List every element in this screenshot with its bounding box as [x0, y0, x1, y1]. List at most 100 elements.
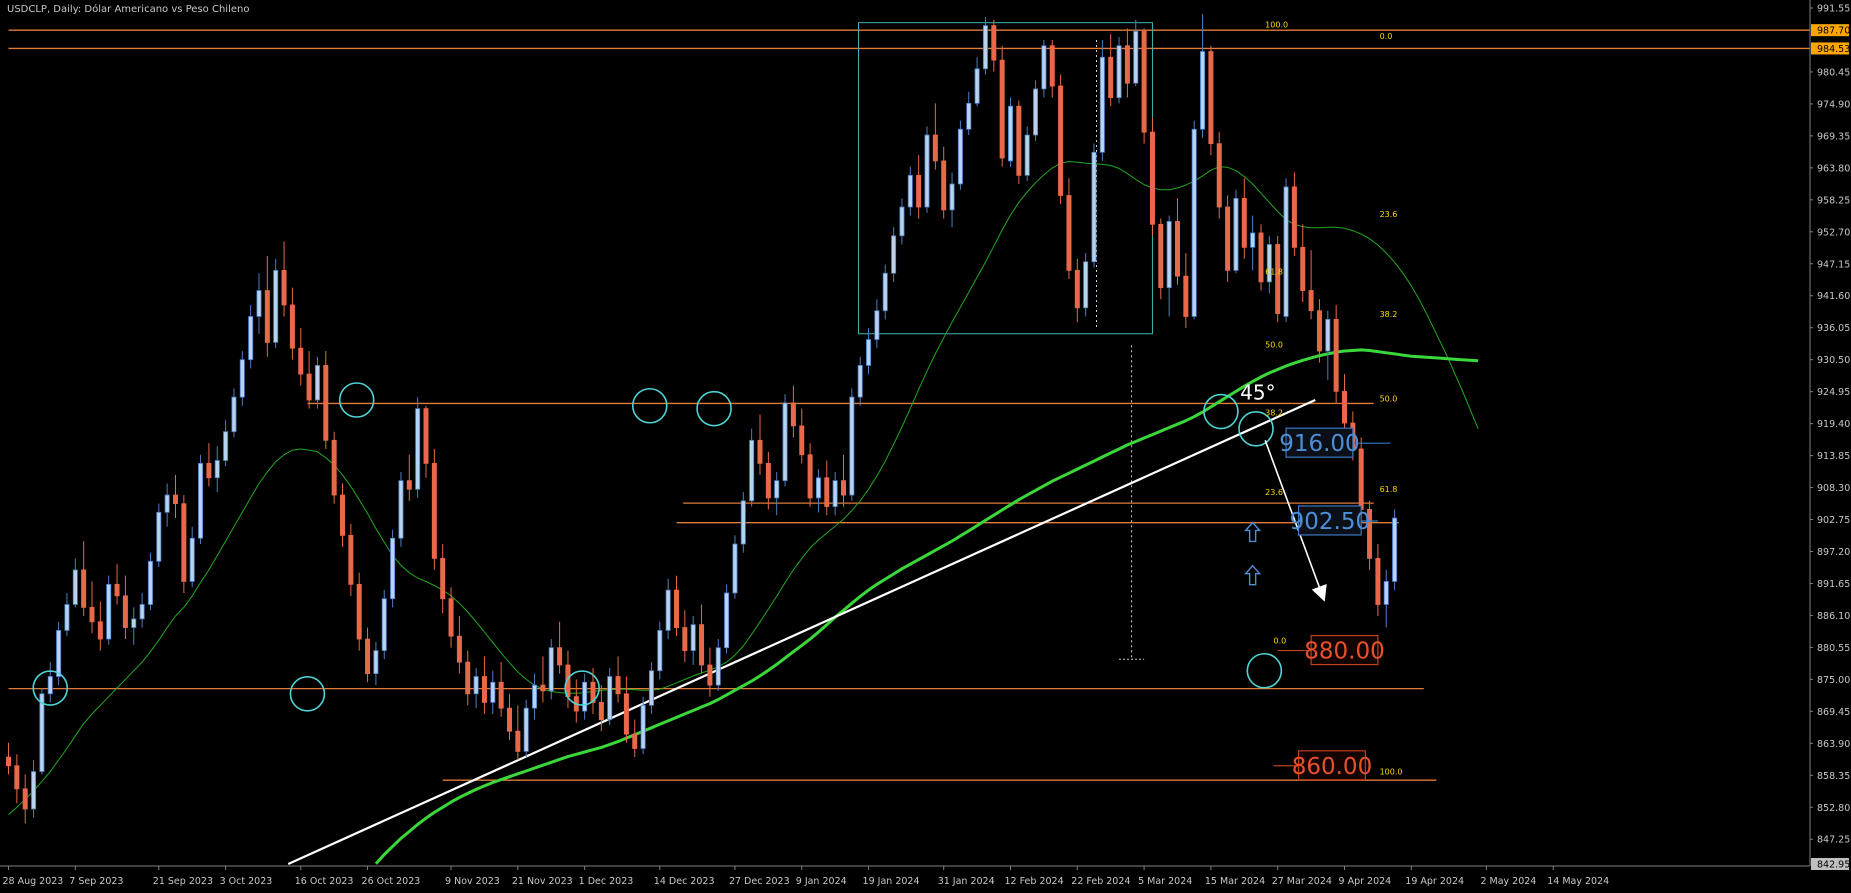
- x-tick-label: 3 Oct 2023: [220, 876, 273, 887]
- bearish-candle[interactable]: [1275, 235, 1281, 323]
- bullish-candle[interactable]: [640, 696, 646, 755]
- bullish-candle[interactable]: [147, 552, 153, 611]
- bearish-candle[interactable]: [1333, 304, 1339, 403]
- bullish-candle[interactable]: [1191, 120, 1197, 320]
- candle-body: [231, 396, 237, 433]
- y-tick-label: 858.35: [1817, 771, 1850, 782]
- candle-body: [932, 134, 938, 162]
- candle-body: [557, 647, 563, 666]
- candle-body: [657, 630, 663, 672]
- bullish-candle[interactable]: [1091, 143, 1097, 268]
- candle-body: [799, 425, 805, 456]
- bullish-candle[interactable]: [1116, 37, 1122, 104]
- bullish-candle[interactable]: [957, 120, 963, 190]
- bullish-candle[interactable]: [1233, 189, 1239, 274]
- bullish-candle[interactable]: [523, 699, 529, 758]
- chart-symbol-title: USDCLP, Daily: Dólar Americano vs Peso C…: [7, 3, 249, 15]
- bearish-candle[interactable]: [331, 431, 337, 504]
- candle-body: [490, 681, 496, 703]
- bullish-candle[interactable]: [982, 16, 988, 75]
- candle-body: [674, 589, 680, 628]
- bearish-candle[interactable]: [431, 448, 437, 570]
- bullish-candle[interactable]: [415, 397, 421, 498]
- bullish-candle[interactable]: [1041, 39, 1047, 98]
- candle-body: [882, 272, 888, 312]
- bullish-candle[interactable]: [106, 575, 112, 645]
- bullish-candle[interactable]: [849, 388, 855, 501]
- bullish-candle[interactable]: [1033, 80, 1039, 141]
- candle-body: [974, 68, 980, 104]
- candle-body: [298, 347, 304, 375]
- bearish-candle[interactable]: [1208, 45, 1214, 156]
- bullish-candle[interactable]: [1008, 97, 1014, 167]
- bullish-candle[interactable]: [732, 535, 738, 599]
- candle-body: [89, 606, 95, 623]
- candle-body: [832, 480, 838, 507]
- bullish-candle[interactable]: [156, 503, 162, 568]
- bullish-candle[interactable]: [1392, 509, 1398, 591]
- bearish-candle[interactable]: [323, 351, 329, 449]
- bullish-candle[interactable]: [1083, 253, 1089, 317]
- bullish-candle[interactable]: [390, 529, 396, 608]
- fibonacci-label: 50.0: [1265, 341, 1283, 350]
- bullish-candle[interactable]: [56, 621, 62, 686]
- bullish-candle[interactable]: [398, 472, 404, 547]
- bullish-candle[interactable]: [740, 492, 746, 553]
- candle-body: [381, 598, 387, 651]
- price-target-box[interactable]: 902.50: [1290, 505, 1378, 536]
- bullish-candle[interactable]: [273, 258, 279, 349]
- x-tick-label: 27 Dec 2023: [729, 876, 790, 887]
- bullish-candle[interactable]: [198, 454, 204, 545]
- candle-body: [81, 569, 87, 608]
- candle-body: [281, 269, 287, 306]
- candle-body: [365, 638, 371, 675]
- bearish-candle[interactable]: [1058, 74, 1064, 205]
- bullish-candle[interactable]: [782, 394, 788, 487]
- fibonacci-label: 38.2: [1265, 409, 1283, 418]
- candle-body: [223, 431, 229, 461]
- bullish-candle[interactable]: [607, 667, 613, 726]
- bullish-candle[interactable]: [381, 590, 387, 660]
- candle-body: [1158, 223, 1164, 289]
- bullish-candle[interactable]: [924, 126, 930, 213]
- bullish-candle[interactable]: [1099, 39, 1105, 161]
- bullish-candle[interactable]: [1283, 178, 1289, 323]
- candle-body: [782, 402, 788, 482]
- y-tick-label: 869.45: [1817, 707, 1850, 718]
- candle-body: [1058, 85, 1064, 196]
- candle-body: [122, 595, 128, 628]
- y-tick-label: 969.35: [1817, 131, 1850, 142]
- bearish-candle[interactable]: [1141, 28, 1147, 144]
- bullish-candle[interactable]: [749, 428, 755, 507]
- bearish-candle[interactable]: [356, 572, 362, 651]
- bearish-candle[interactable]: [1216, 132, 1222, 219]
- bearish-candle[interactable]: [1016, 100, 1022, 184]
- candle-body: [866, 339, 872, 366]
- bearish-candle[interactable]: [1149, 117, 1155, 236]
- candle-body: [640, 704, 646, 749]
- bearish-candle[interactable]: [999, 45, 1005, 167]
- candle-body: [1016, 105, 1022, 176]
- candle-body: [273, 269, 279, 343]
- candle-body: [1049, 45, 1055, 87]
- candle-body: [907, 174, 913, 208]
- candle-body: [22, 788, 28, 810]
- candle-body: [757, 439, 763, 464]
- bullish-candle[interactable]: [548, 639, 554, 700]
- bullish-candle[interactable]: [724, 584, 730, 654]
- price-chart[interactable]: 100.0 61.8 50.0 38.2 23.6 0.0 0.0 23.6 38.2 50.0 6…: [0, 0, 1851, 893]
- candle-body: [47, 676, 53, 695]
- x-tick-label: 15 Mar 2024: [1205, 876, 1265, 887]
- bearish-candle[interactable]: [181, 495, 187, 593]
- y-tick-label: 847.25: [1817, 835, 1850, 846]
- candle-body: [139, 604, 145, 620]
- x-tick-label: 21 Nov 2023: [512, 876, 573, 887]
- bullish-candle[interactable]: [657, 621, 663, 680]
- candle-body: [582, 681, 588, 712]
- bearish-candle[interactable]: [1225, 195, 1231, 282]
- bearish-candle[interactable]: [1258, 224, 1264, 291]
- candle-body: [448, 598, 454, 637]
- bearish-candle[interactable]: [1158, 218, 1164, 300]
- candle-body: [1333, 318, 1339, 392]
- candle-body: [239, 359, 245, 398]
